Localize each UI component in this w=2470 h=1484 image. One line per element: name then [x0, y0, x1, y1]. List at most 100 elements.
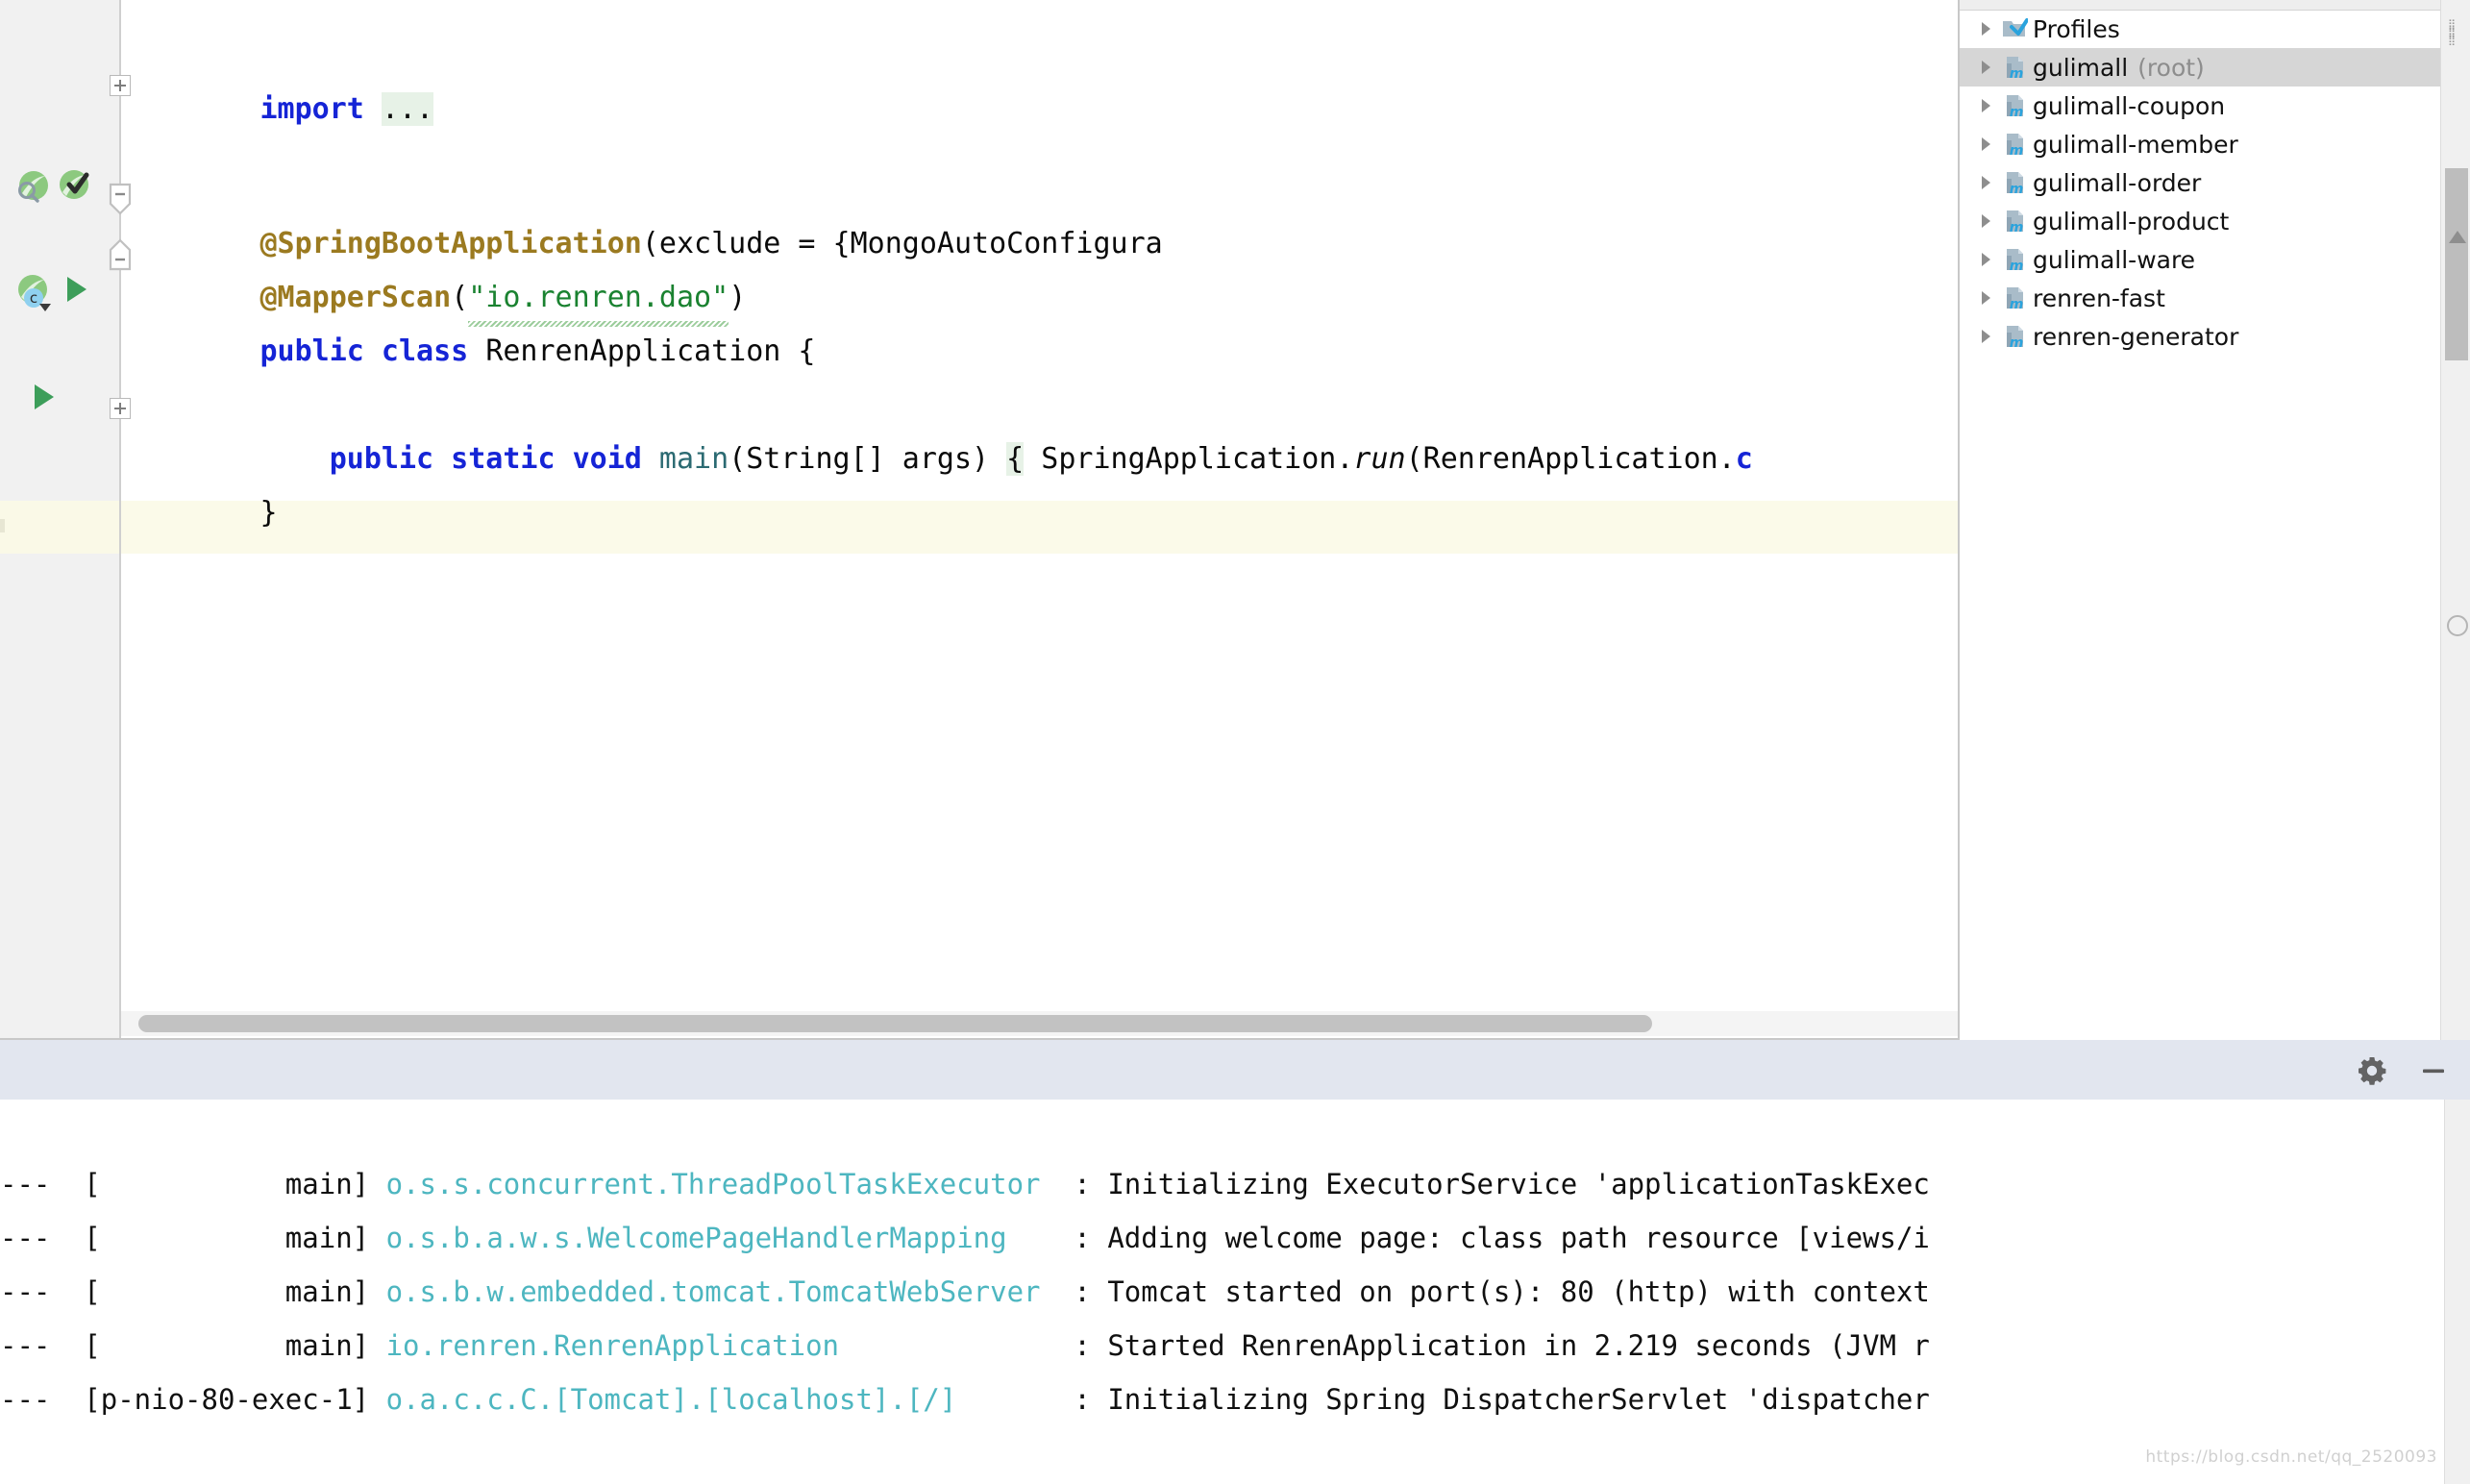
code-text-layer[interactable]: import ... @SpringBootApplication(exclud… [121, 0, 1958, 1040]
svg-text:m: m [2010, 182, 2024, 196]
gutter-row-main-method[interactable] [0, 377, 119, 431]
code-token-method-name: main [658, 442, 729, 476]
console-log-line[interactable]: --- [p-nio-80-exec-1] o.a.c.c.C.[Tomcat]… [0, 1373, 1930, 1426]
code-token-call-args: (RenrenApplication. [1405, 442, 1736, 476]
maven-tree-item-gulimall-ware[interactable]: m gulimall-ware [1960, 240, 2440, 279]
code-token-keyword: import [259, 92, 382, 126]
chevron-right-icon[interactable] [1971, 326, 2000, 347]
maven-module-icon: m [2000, 131, 2029, 158]
run-gutter-icon[interactable] [27, 381, 65, 419]
scroll-indicator-icon [2447, 615, 2468, 636]
spring-search-bean-icon[interactable] [13, 167, 52, 206]
caret-line-marker [0, 519, 5, 532]
log-logger-name[interactable]: o.s.s.concurrent.ThreadPoolTaskExecutor [386, 1168, 1041, 1200]
console-log-line[interactable]: --- [ main] o.s.b.a.w.s.WelcomePageHandl… [0, 1211, 1930, 1265]
spring-bean-config-icon[interactable]: c [13, 271, 52, 311]
gutter-row-springboot[interactable] [0, 163, 119, 217]
maven-module-icon: m [2000, 208, 2029, 235]
intellij-idea-window: c import ... @SpringBootApplication(excl… [0, 0, 2470, 1484]
log-thread-prefix: --- [ main] [0, 1275, 386, 1308]
maven-tree-item-label: gulimall-product [2033, 207, 2230, 235]
watermark-text: https://blog.csdn.net/qq_2520093 [2145, 1447, 2437, 1467]
code-token-params: (String[] args) [729, 442, 1007, 476]
code-token-folded-imports[interactable]: ... [381, 92, 434, 126]
maven-tree-item-gulimall-member[interactable]: m gulimall-member [1960, 125, 2440, 163]
chevron-right-icon[interactable] [1971, 95, 2000, 116]
gutter-row-class[interactable]: c [0, 267, 119, 321]
code-token-class-keyword: c [1735, 442, 1753, 476]
scrollbar-marks-icon: ⣿ ⣿ ⣿ [2448, 18, 2458, 46]
svg-text:m: m [2010, 105, 2024, 119]
maven-tree-item-label: Profiles [2033, 14, 2120, 43]
maven-tree-item-gulimall[interactable]: m gulimall (root) [1960, 48, 2440, 87]
maven-tree-item-gulimall-order[interactable]: m gulimall-order [1960, 163, 2440, 202]
chevron-right-icon[interactable] [1971, 134, 2000, 155]
chevron-right-icon[interactable] [1971, 210, 2000, 232]
maven-module-icon: m [2000, 92, 2029, 119]
maven-tree-item-gulimall-coupon[interactable]: m gulimall-coupon [1960, 87, 2440, 125]
maven-tree-item-label: gulimall-coupon [2033, 91, 2226, 120]
log-message: : Initializing ExecutorService 'applicat… [1040, 1168, 1930, 1200]
log-message: : Initializing Spring DispatcherServlet … [956, 1383, 1930, 1416]
code-line-main-method[interactable]: public static void main(String[] args) {… [121, 379, 1753, 540]
maven-panel-scrollbar[interactable]: ⣿ ⣿ ⣿ [2440, 0, 2470, 1040]
maven-tree-item-renren-generator[interactable]: m renren-generator [1960, 317, 2440, 356]
maven-module-icon: m [2000, 169, 2029, 196]
run-gutter-icon[interactable] [60, 273, 98, 311]
code-line-closing-brace[interactable]: } [121, 433, 278, 594]
maven-tree-item-label: gulimall-ware [2033, 245, 2196, 274]
code-editor[interactable]: c import ... @SpringBootApplication(excl… [0, 0, 1958, 1040]
console-log-line[interactable]: --- [ main] o.s.b.w.embedded.tomcat.Tomc… [0, 1265, 1930, 1319]
code-token-brace: } [259, 496, 278, 530]
log-logger-name[interactable]: o.a.c.c.C.[Tomcat].[localhost].[/] [386, 1383, 957, 1416]
maven-tree-item-profiles[interactable]: Profiles [1960, 10, 2440, 48]
code-token-static-method: run [1353, 442, 1406, 476]
chevron-right-icon[interactable] [1971, 18, 2000, 39]
chevron-right-icon[interactable] [1971, 249, 2000, 270]
maven-tree-item-label: gulimall-order [2033, 168, 2202, 197]
log-thread-prefix: --- [ main] [0, 1168, 386, 1200]
console-log-line[interactable]: --- [ main] io.renren.RenrenApplication … [0, 1319, 1930, 1373]
maven-panel-scrollbar-thumb[interactable] [2445, 168, 2468, 360]
log-thread-prefix: --- [ main] [0, 1329, 386, 1362]
maven-tree-item-label: gulimall-member [2033, 130, 2238, 159]
run-console-output[interactable]: --- [ main] o.s.s.concurrent.ThreadPoolT… [0, 1100, 2470, 1484]
maven-module-icon: m [2000, 246, 2029, 273]
svg-text:c: c [30, 289, 37, 307]
maven-projects-panel[interactable]: Profiles m gulimall (root) m gulimall-coupon m… [1958, 0, 2470, 1040]
svg-text:m: m [2010, 143, 2024, 158]
log-logger-name[interactable]: io.renren.RenrenApplication [386, 1329, 839, 1362]
chevron-right-icon[interactable] [1971, 57, 2000, 78]
maven-tree-item-label: renren-fast [2033, 284, 2165, 312]
profiles-folder-icon [2000, 15, 2029, 42]
maven-tree-item-suffix: (root) [2137, 53, 2205, 82]
log-logger-name[interactable]: o.s.b.w.embedded.tomcat.TomcatWebServer [386, 1275, 1041, 1308]
maven-module-icon: m [2000, 323, 2029, 350]
log-message: : Adding welcome page: class path resour… [1006, 1222, 1930, 1254]
chevron-right-icon[interactable] [1971, 287, 2000, 309]
maven-project-tree[interactable]: Profiles m gulimall (root) m gulimall-coupon m… [1960, 10, 2440, 356]
editor-horizontal-scrollbar-thumb[interactable] [138, 1015, 1652, 1032]
maven-module-icon: m [2000, 54, 2029, 81]
maven-tree-item-gulimall-product[interactable]: m gulimall-product [1960, 202, 2440, 240]
chevron-right-icon[interactable] [1971, 172, 2000, 193]
svg-text:m: m [2010, 220, 2024, 235]
minimize-icon[interactable] [2416, 1053, 2451, 1088]
log-message: : Started RenrenApplication in 2.219 sec… [838, 1329, 1930, 1362]
log-logger-name[interactable]: o.s.b.a.w.s.WelcomePageHandlerMapping [386, 1222, 1007, 1254]
scroll-arrow-icon[interactable] [2449, 231, 2466, 243]
svg-text:m: m [2010, 335, 2024, 350]
code-token-brace-highlight: { [1006, 442, 1025, 476]
run-toolwindow-toolbar[interactable] [0, 1040, 2470, 1101]
gear-icon[interactable] [2355, 1053, 2389, 1088]
code-token-keyword: public class [259, 334, 486, 368]
maven-tree-item-renren-fast[interactable]: m renren-fast [1960, 279, 2440, 317]
console-scrollbar[interactable] [2444, 1100, 2470, 1484]
maven-module-icon: m [2000, 284, 2029, 311]
spring-check-bean-icon[interactable] [56, 165, 94, 204]
caret-line-gutter-highlight [0, 501, 119, 554]
console-log-line[interactable]: --- [ main] o.s.s.concurrent.ThreadPoolT… [0, 1157, 1930, 1211]
editor-horizontal-scrollbar[interactable] [121, 1011, 1958, 1036]
log-thread-prefix: --- [p-nio-80-exec-1] [0, 1383, 386, 1416]
svg-text:m: m [2010, 259, 2024, 273]
